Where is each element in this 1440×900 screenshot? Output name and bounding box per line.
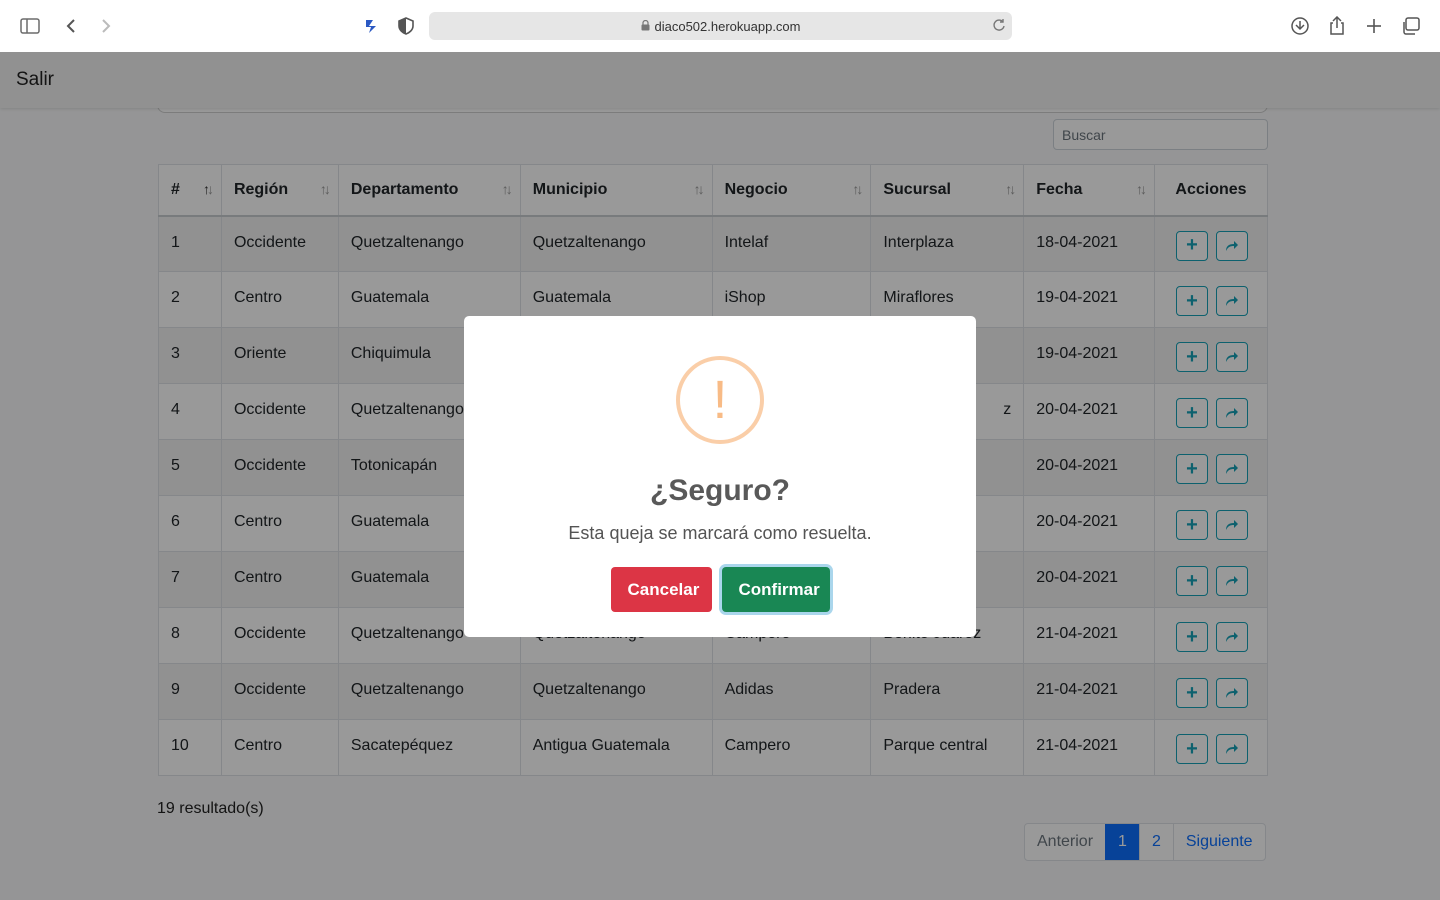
- downloads-icon[interactable]: [1288, 14, 1312, 38]
- new-tab-icon[interactable]: [1362, 14, 1386, 38]
- reload-icon[interactable]: [992, 18, 1006, 35]
- privacy-shield-icon[interactable]: [394, 14, 418, 38]
- address-bar[interactable]: diaco502.herokuapp.com: [429, 12, 1012, 40]
- url-text: diaco502.herokuapp.com: [654, 18, 801, 34]
- back-icon[interactable]: [59, 14, 83, 38]
- dialog-title: ¿Seguro?: [650, 474, 790, 507]
- confirm-button[interactable]: Confirmar: [721, 567, 830, 612]
- cancel-button[interactable]: Cancelar: [610, 567, 712, 612]
- sidebar-toggle-icon[interactable]: [18, 14, 42, 38]
- forward-icon[interactable]: [94, 14, 118, 38]
- confirm-dialog: ! ¿Seguro? Esta queja se marcará como re…: [464, 316, 976, 637]
- dialog-actions: Cancelar Confirmar: [464, 567, 976, 612]
- extension-icon[interactable]: [360, 14, 384, 38]
- browser-toolbar: diaco502.herokuapp.com: [0, 0, 1440, 52]
- tab-overview-icon[interactable]: [1399, 14, 1423, 38]
- dialog-message: Esta queja se marcará como resuelta.: [568, 523, 872, 543]
- lock-icon: [641, 19, 650, 34]
- share-icon[interactable]: [1325, 14, 1349, 38]
- warning-icon: !: [676, 356, 764, 444]
